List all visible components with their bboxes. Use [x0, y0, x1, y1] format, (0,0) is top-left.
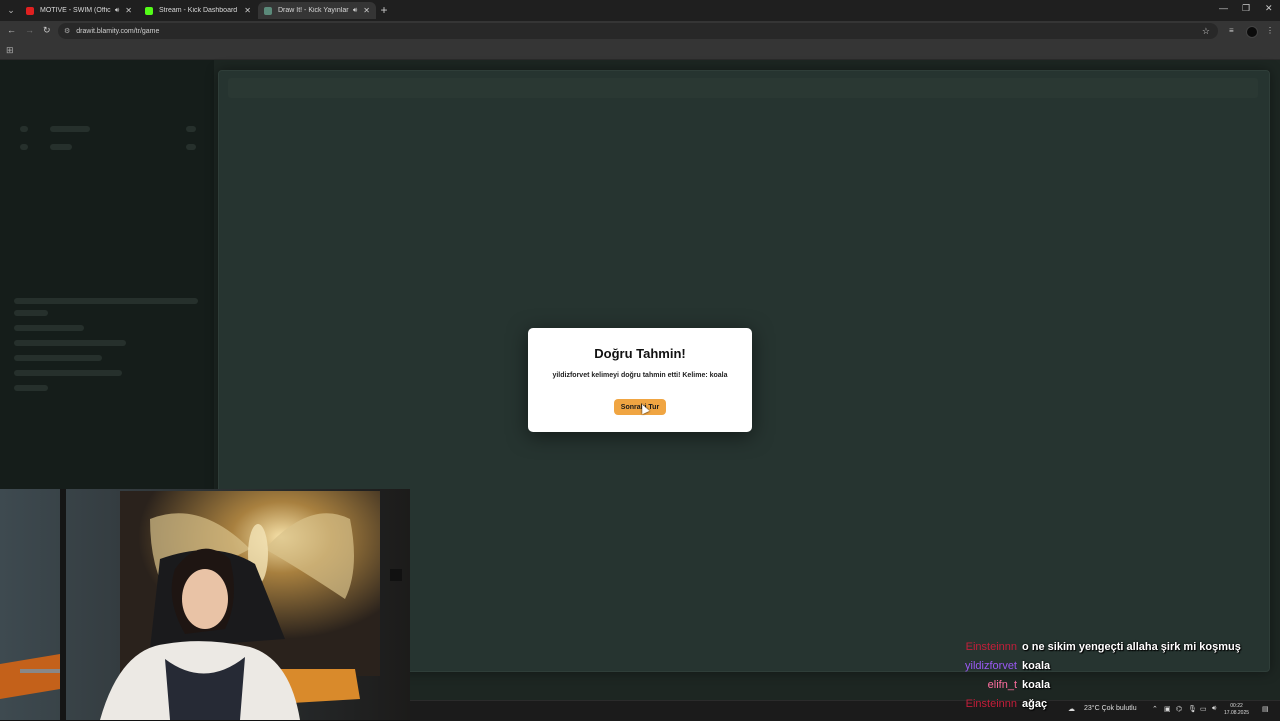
- notifications-icon[interactable]: ▤: [1262, 705, 1269, 713]
- bookmark-star-icon[interactable]: ☆: [1202, 26, 1210, 37]
- close-tab-icon[interactable]: ✕: [125, 6, 132, 15]
- speaker-icon[interactable]: 🔊︎: [115, 7, 119, 15]
- weather-icon[interactable]: ☁: [1068, 705, 1075, 713]
- network-icon[interactable]: ⌬: [1176, 705, 1182, 713]
- tab-title: Stream - Kick Dashboard: [159, 7, 238, 14]
- tab-motive-swim[interactable]: MOTIVE - SWIM (Official M 🔊︎ ✕: [20, 2, 138, 19]
- clock-time: 00:22: [1230, 703, 1243, 709]
- speaker-icon[interactable]: 🔊︎: [353, 7, 357, 15]
- sidebar-row: [186, 144, 196, 150]
- chat-username: Einsteinnn: [965, 641, 1017, 653]
- site-info-icon[interactable]: ⚙︎: [64, 27, 70, 35]
- game-sidebar: [0, 60, 214, 490]
- display-icon[interactable]: ▭: [1200, 705, 1207, 713]
- forward-icon[interactable]: →: [25, 25, 34, 35]
- profile-avatar[interactable]: [1246, 26, 1258, 38]
- webcam-image: [0, 489, 410, 720]
- media-controls-icon[interactable]: ≡: [1229, 26, 1234, 35]
- sidebar-row: [14, 325, 84, 331]
- address-bar[interactable]: ⚙︎ drawit.blamity.com/tr/game ☆: [58, 23, 1218, 39]
- browser-tab-bar: ⌄ MOTIVE - SWIM (Official M 🔊︎ ✕ Stream …: [0, 0, 1280, 21]
- sidebar-row: [14, 298, 198, 304]
- chat-text: koala: [1022, 660, 1051, 672]
- drawit-icon: [264, 6, 272, 15]
- bookmarks-bar: ⊞: [0, 41, 1280, 60]
- more-menu-icon[interactable]: ⋮: [1266, 26, 1274, 35]
- webcam-overlay: [0, 489, 410, 720]
- clock[interactable]: 00:22 17.08.2025: [1224, 703, 1249, 717]
- chat-message: yildizforvet koala: [900, 660, 1050, 672]
- tab-kick-dashboard[interactable]: Stream - Kick Dashboard ✕: [139, 2, 257, 19]
- apps-grid-icon[interactable]: ⊞: [6, 45, 14, 56]
- close-window-icon[interactable]: ✕: [1265, 3, 1273, 14]
- windows-taskbar: ☁ 23°C Çok bulutlu ⌃ ▣ ⌬ 🎙︎ ▭ 🔊︎ 00:22 1…: [410, 700, 1280, 721]
- sidebar-row: [20, 126, 28, 132]
- sidebar-row: [14, 355, 102, 361]
- modal-message: yildizforvet kelimeyi doğru tahmin etti!…: [552, 372, 728, 379]
- sidebar-row: [14, 370, 122, 376]
- tab-search-icon[interactable]: ⌄: [4, 3, 18, 17]
- sidebar-row: [50, 126, 90, 132]
- volume-icon[interactable]: 🔊︎: [1212, 705, 1216, 713]
- tab-title: Draw It! - Kick Yayınları İçin: [278, 7, 349, 14]
- minimize-icon[interactable]: —: [1219, 3, 1228, 13]
- chat-text: ağaç: [1022, 698, 1048, 710]
- sidebar-row: [50, 144, 72, 150]
- chat-message: Einsteinnn ağaç: [900, 698, 1047, 710]
- microphone-icon[interactable]: 🎙︎: [1188, 705, 1197, 713]
- tray-app-icon[interactable]: ▣: [1164, 705, 1171, 713]
- chat-username: elifn_t: [987, 679, 1017, 691]
- restore-icon[interactable]: ❐: [1242, 3, 1250, 14]
- chat-text: koala: [1022, 679, 1051, 691]
- modal-title: Doğru Tahmin!: [594, 346, 686, 361]
- chat-username: Einsteinnn: [965, 698, 1017, 710]
- address-text: drawit.blamity.com/tr/game: [76, 27, 160, 35]
- chat-text: o ne sikim yengeçti allaha şirk mi koşmu…: [1022, 641, 1241, 653]
- sidebar-row: [186, 126, 196, 132]
- canvas-header-bar: [228, 78, 1258, 98]
- close-tab-icon[interactable]: ✕: [244, 6, 251, 15]
- tab-draw-it[interactable]: Draw It! - Kick Yayınları İçin 🔊︎ ✕: [258, 2, 376, 19]
- chat-message: Einsteinnn o ne sikim yengeçti allaha şi…: [900, 641, 1241, 653]
- sidebar-row: [14, 340, 126, 346]
- sidebar-row: [20, 144, 28, 150]
- sidebar-row: [14, 310, 48, 316]
- reload-icon[interactable]: ↻: [43, 25, 51, 36]
- kick-icon: [145, 6, 153, 15]
- clock-date: 17.08.2025: [1224, 710, 1250, 716]
- chat-message: elifn_t koala: [900, 679, 1051, 691]
- correct-guess-modal: Doğru Tahmin! yildizforvet kelimeyi doğr…: [528, 328, 752, 432]
- weather-text[interactable]: 23°C Çok bulutlu: [1084, 705, 1137, 712]
- close-tab-icon[interactable]: ✕: [363, 6, 370, 15]
- tray-chevron-icon[interactable]: ⌃: [1152, 705, 1158, 713]
- new-tab-icon[interactable]: +: [378, 3, 390, 17]
- sidebar-row: [14, 385, 48, 391]
- tab-title: MOTIVE - SWIM (Official M: [40, 7, 111, 14]
- back-icon[interactable]: ←: [7, 25, 16, 35]
- youtube-icon: [26, 6, 34, 15]
- chat-username: yildizforvet: [965, 660, 1017, 672]
- browser-toolbar: ← → ↻ ⚙︎ drawit.blamity.com/tr/game ☆ ≡ …: [0, 21, 1280, 41]
